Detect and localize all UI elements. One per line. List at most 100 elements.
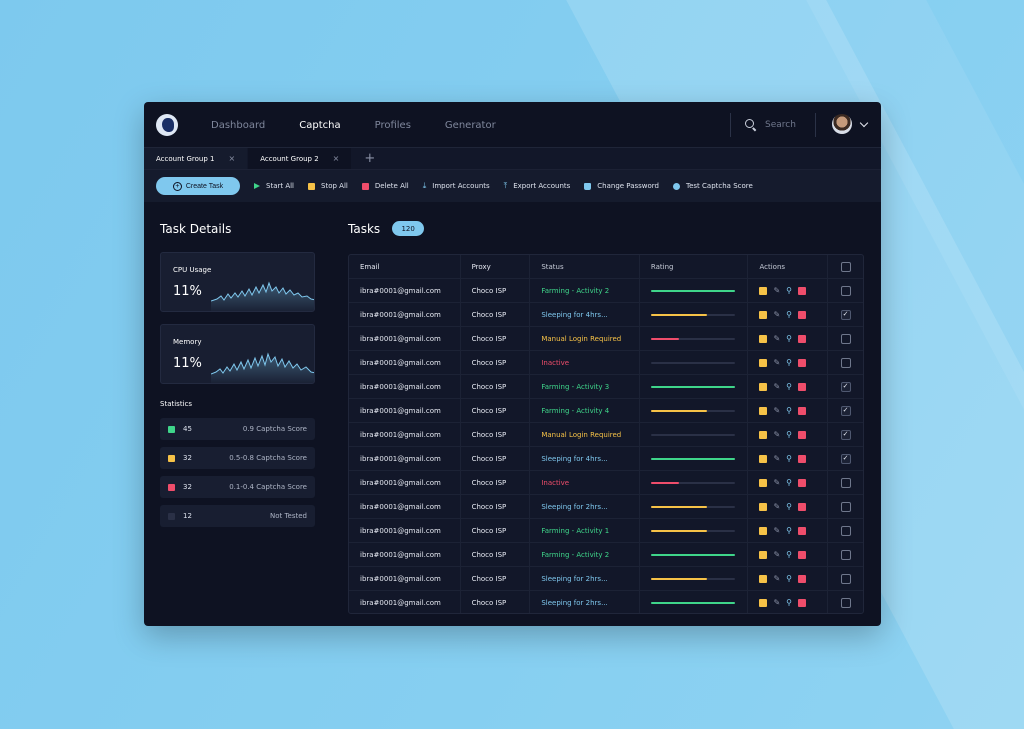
folder-icon[interactable] [759,406,768,415]
row-checkbox[interactable]: ✓ [840,429,851,440]
key-icon[interactable]: ⚲ [786,574,792,583]
chevron-down-icon[interactable] [859,118,869,128]
key-icon[interactable]: ⚲ [786,550,792,559]
trash-icon[interactable] [798,310,807,319]
trash-icon[interactable] [798,286,807,295]
key-icon[interactable]: ⚲ [786,286,792,295]
row-checkbox[interactable] [840,333,851,344]
stop-all-button[interactable]: Stop All [308,182,348,190]
close-icon[interactable]: × [228,154,235,163]
tab-account-group-1[interactable]: Account Group 1 × [144,148,248,169]
row-checkbox[interactable] [840,573,851,584]
select-all-checkbox[interactable] [840,261,851,272]
table-row[interactable]: ibra#0001@gmail.com Choco ISP Sleeping for… [349,495,863,519]
edit-icon[interactable]: ✎ [773,599,780,607]
edit-icon[interactable]: ✎ [773,478,780,487]
col-rating-header[interactable]: Rating [640,255,749,278]
trash-icon[interactable] [798,382,807,391]
key-icon[interactable]: ⚲ [786,310,792,319]
edit-icon[interactable]: ✎ [773,454,780,463]
nav-generator[interactable]: Generator [445,120,496,131]
row-checkbox[interactable]: ✓ [840,309,851,320]
key-icon[interactable]: ⚲ [786,406,792,415]
key-icon[interactable]: ⚲ [786,502,792,511]
key-icon[interactable]: ⚲ [786,382,792,391]
table-row[interactable]: ibra#0001@gmail.com Choco ISP Manual Login… [349,423,863,447]
edit-icon[interactable]: ✎ [773,526,780,535]
trash-icon[interactable] [798,334,807,343]
edit-icon[interactable]: ✎ [773,286,780,295]
user-avatar[interactable] [832,114,852,134]
key-icon[interactable]: ⚲ [786,478,792,487]
row-checkbox[interactable]: ✓ [840,381,851,392]
trash-icon[interactable] [798,550,807,559]
table-row[interactable]: ibra#0001@gmail.com Choco ISP Farming - Ac… [349,519,863,543]
col-email-header[interactable]: Email [349,255,461,278]
key-icon[interactable]: ⚲ [786,599,792,607]
folder-icon[interactable] [759,430,768,439]
folder-icon[interactable] [759,454,768,463]
edit-icon[interactable]: ✎ [773,502,780,511]
table-row[interactable]: ibra#0001@gmail.com Choco ISP Farming - Ac… [349,279,863,303]
table-row[interactable]: ibra#0001@gmail.com Choco ISP Farming - Ac… [349,375,863,399]
key-icon[interactable]: ⚲ [786,358,792,367]
table-row[interactable]: ibra#0001@gmail.com Choco ISP Sleeping for… [349,567,863,591]
folder-icon[interactable] [759,382,768,391]
trash-icon[interactable] [798,502,807,511]
col-status-header[interactable]: Status [530,255,640,278]
table-row[interactable]: ibra#0001@gmail.com Choco ISP Farming - Ac… [349,399,863,423]
row-checkbox[interactable] [840,285,851,296]
edit-icon[interactable]: ✎ [773,358,780,367]
search-input[interactable] [765,120,815,130]
row-checkbox[interactable]: ✓ [840,453,851,464]
edit-icon[interactable]: ✎ [773,550,780,559]
folder-icon[interactable] [759,310,768,319]
trash-icon[interactable] [798,599,807,607]
nav-captcha[interactable]: Captcha [299,120,340,131]
edit-icon[interactable]: ✎ [773,310,780,319]
nav-profiles[interactable]: Profiles [375,120,411,131]
table-row[interactable]: ibra#0001@gmail.com Choco ISP Manual Login… [349,327,863,351]
folder-icon[interactable] [759,478,768,487]
search-icon[interactable] [745,119,754,131]
edit-icon[interactable]: ✎ [773,334,780,343]
table-row[interactable]: ibra#0001@gmail.com Choco ISP Sleeping for… [349,303,863,327]
trash-icon[interactable] [798,526,807,535]
change-password-button[interactable]: Change Password [584,182,659,190]
trash-icon[interactable] [798,406,807,415]
delete-all-button[interactable]: Delete All [361,182,409,190]
nav-dashboard[interactable]: Dashboard [211,120,265,131]
start-all-button[interactable]: Start All [254,182,294,190]
folder-icon[interactable] [759,334,768,343]
test-captcha-score-button[interactable]: Test Captcha Score [673,182,753,190]
folder-icon[interactable] [759,502,768,511]
key-icon[interactable]: ⚲ [786,526,792,535]
row-checkbox[interactable] [840,501,851,512]
create-task-button[interactable]: + Create Task [156,177,240,195]
row-checkbox[interactable] [840,549,851,560]
edit-icon[interactable]: ✎ [773,430,780,439]
table-row[interactable]: ibra#0001@gmail.com Choco ISP Sleeping for… [349,591,863,613]
tab-account-group-2[interactable]: Account Group 2 × [248,148,352,169]
key-icon[interactable]: ⚲ [786,454,792,463]
row-checkbox[interactable] [840,477,851,488]
key-icon[interactable]: ⚲ [786,430,792,439]
row-checkbox[interactable] [840,525,851,536]
folder-icon[interactable] [759,574,768,583]
add-tab-icon[interactable]: + [352,148,387,169]
table-row[interactable]: ibra#0001@gmail.com Choco ISP Inactive ✎ ⚲ [349,351,863,375]
folder-icon[interactable] [759,358,768,367]
folder-icon[interactable] [759,550,768,559]
folder-icon[interactable] [759,286,768,295]
trash-icon[interactable] [798,430,807,439]
edit-icon[interactable]: ✎ [773,574,780,583]
edit-icon[interactable]: ✎ [773,382,780,391]
key-icon[interactable]: ⚲ [786,334,792,343]
row-checkbox[interactable] [840,357,851,368]
edit-icon[interactable]: ✎ [773,406,780,415]
app-logo[interactable] [156,114,178,136]
close-icon[interactable]: × [333,154,340,163]
row-checkbox[interactable]: ✓ [840,405,851,416]
folder-icon[interactable] [759,526,768,535]
export-accounts-button[interactable]: ⤒ Export Accounts [504,182,571,191]
